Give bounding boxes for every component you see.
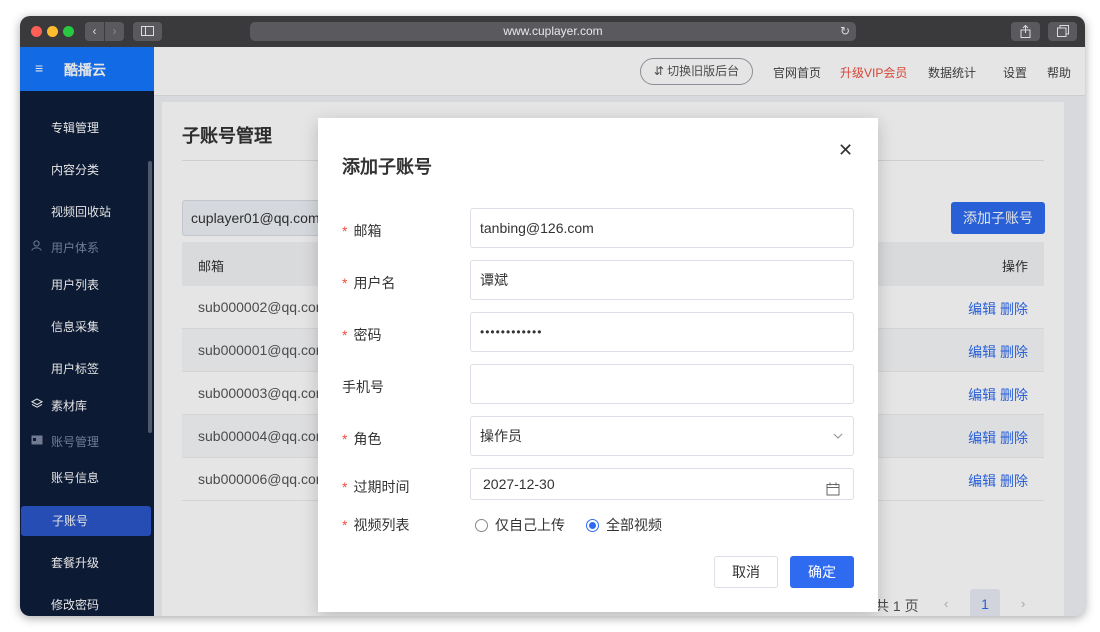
password-label: * 密码: [342, 325, 381, 345]
chevron-down-icon: [833, 417, 843, 470]
email-label-text: 邮箱: [353, 223, 382, 239]
tab-overview-button[interactable]: [1048, 22, 1077, 41]
expire-date-picker[interactable]: 2027-12-30: [470, 468, 854, 500]
forward-button[interactable]: ›: [105, 22, 124, 41]
url-text: www.cuplayer.com: [503, 24, 603, 38]
phone-label-text: 手机号: [342, 379, 384, 395]
username-label: * 用户名: [342, 273, 395, 293]
expire-label-text: 过期时间: [353, 479, 410, 495]
email-label: * 邮箱: [342, 221, 381, 241]
username-label-text: 用户名: [353, 275, 396, 291]
radio-all-videos[interactable]: 全部视频: [586, 515, 662, 535]
share-icon: [1020, 25, 1031, 38]
address-bar[interactable]: www.cuplayer.com ↻: [250, 22, 856, 41]
dialog-title: 添加子账号: [342, 157, 432, 177]
radio-own-uploads-label: 仅自己上传: [495, 517, 565, 533]
expire-date-value: 2027-12-30: [483, 476, 555, 492]
radio-circle-checked: [586, 519, 599, 532]
close-window-button[interactable]: [31, 26, 42, 37]
close-icon[interactable]: ✕: [838, 140, 853, 161]
sidebar-toggle-button[interactable]: [133, 22, 162, 41]
email-field[interactable]: tanbing@126.com: [470, 208, 854, 248]
browser-toolbar: ‹ › www.cuplayer.com ↻: [20, 16, 1085, 47]
sidebar-icon: [141, 26, 154, 36]
cancel-button[interactable]: 取消: [714, 556, 778, 588]
videos-label: * 视频列表: [342, 515, 409, 535]
required-mark: *: [342, 275, 348, 291]
password-label-text: 密码: [353, 327, 382, 343]
required-mark: *: [342, 517, 348, 533]
add-sub-account-dialog: 添加子账号 ✕ * 邮箱 tanbing@126.com * 用户名 谭斌 * 密码 …: [318, 118, 878, 612]
reload-icon[interactable]: ↻: [840, 22, 850, 41]
required-mark: *: [342, 479, 348, 495]
radio-own-uploads[interactable]: 仅自己上传: [475, 515, 565, 535]
videos-label-text: 视频列表: [353, 517, 410, 533]
role-label-text: 角色: [353, 431, 382, 447]
share-button[interactable]: [1011, 22, 1040, 41]
required-mark: *: [342, 223, 348, 239]
required-mark: *: [342, 431, 348, 447]
role-select[interactable]: 操作员: [470, 416, 854, 456]
tabs-icon: [1057, 25, 1069, 37]
phone-field[interactable]: [470, 364, 854, 404]
expire-label: * 过期时间: [342, 477, 409, 497]
zoom-window-button[interactable]: [63, 26, 74, 37]
phone-label: 手机号: [342, 377, 384, 397]
minimize-window-button[interactable]: [47, 26, 58, 37]
calendar-icon[interactable]: [826, 476, 840, 506]
back-button[interactable]: ‹: [85, 22, 104, 41]
role-select-value: 操作员: [480, 428, 522, 444]
confirm-button[interactable]: 确定: [790, 556, 854, 588]
browser-window: ‹ › www.cuplayer.com ↻ ≡ 酷播云 ⇵ 切换旧版后台 官网…: [20, 16, 1085, 616]
password-field[interactable]: ••••••••••••: [470, 312, 854, 352]
username-field[interactable]: 谭斌: [470, 260, 854, 300]
role-label: * 角色: [342, 429, 381, 449]
required-mark: *: [342, 327, 348, 343]
radio-circle: [475, 519, 488, 532]
radio-all-videos-label: 全部视频: [606, 517, 662, 533]
